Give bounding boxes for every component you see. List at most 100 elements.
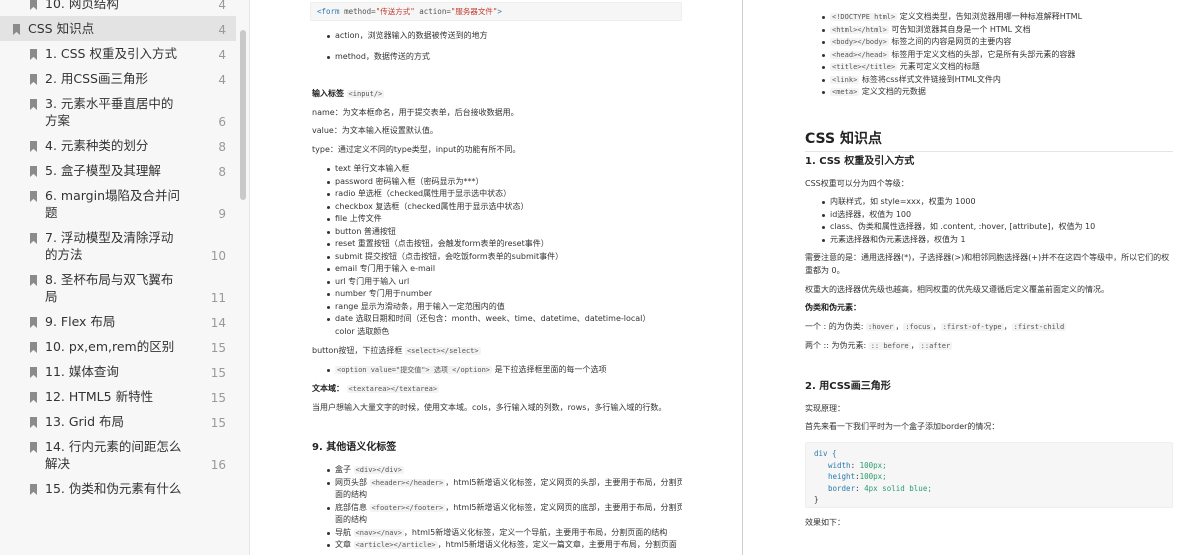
outline-item[interactable]: 7. 浮动模型及清除浮动的方法 10 (0, 225, 236, 267)
outline-item[interactable]: 3. 元素水平垂直居中的方案 6 (0, 91, 236, 133)
list-item: <body></body> 标签之间的内容是网页的主要内容 (819, 36, 1183, 49)
outline-item[interactable]: 13. Grid 布局 15 (0, 409, 236, 434)
list-item: checkbox 复选框（checked属性用于显示选中状态） (324, 201, 682, 214)
page-right: <!DOCTYPE html> 定义文档类型，告知浏览器用哪一种标准解释HTML… (805, 0, 1183, 555)
code-token: action= (414, 7, 451, 16)
outline-item[interactable]: 12. HTML5 新特性 15 (0, 384, 236, 409)
inline-code: :focus (903, 323, 933, 331)
bookmark-icon (30, 49, 37, 60)
outline-item-label: 8. 圣杯布局与双飞翼布局 (45, 272, 174, 304)
list-item: file 上传文件 (324, 213, 682, 226)
text-span: button按钮，下拉选择框 (312, 346, 403, 355)
outline-item-label: 9. Flex 布局 (45, 314, 116, 329)
outline-item-page: 10 (210, 249, 226, 263)
sidebar-scrollbar[interactable] (238, 0, 248, 555)
text-span: 底部信息 (335, 502, 367, 512)
text-span: 可告知浏览器其自身是一个 HTML 文档 (888, 24, 1031, 34)
section-heading: 9. 其他语义化标签 (312, 442, 397, 453)
text-span: 标签用于定义文档的头部，它是所有头部元素的容器 (888, 49, 1076, 59)
outline-sidebar: 10. 网页结构 4 CSS 知识点 4 1. CSS 权重及引入方式 4 2. 用CSS画… (0, 0, 250, 555)
impl-label: 实现原理： (805, 404, 845, 413)
page-divider (742, 0, 743, 555)
outline-item[interactable]: 15. 伪类和伪元素有什么 (0, 476, 236, 501)
list-item: number 专门用于number (324, 288, 682, 301)
semantic-bullets: 盒子 <div></div> 网页头部 <header></header> ，ht… (324, 464, 682, 552)
inline-code: <meta> (830, 88, 860, 96)
outline-item-page: 15 (210, 416, 226, 430)
heading-text: 输入标签 (312, 89, 344, 98)
inline-code: <title></title> (830, 63, 898, 71)
textarea-desc: 当用户想输入大量文字的时候，使用文本域。cols，多行输入域的列数，rows，多… (312, 403, 667, 412)
outline-item[interactable]: 4. 元素种类的划分 8 (0, 133, 236, 158)
list-item: 内联样式，如 style=xxx，权重为 1000 (819, 196, 1183, 209)
type-bullets: text 单行文本输入框 password 密码输入框（密码显示为***） ra… (324, 163, 682, 338)
type-line: type：通过定义不同的type类型，input的功能有所不同。 (312, 145, 521, 154)
bookmark-icon (30, 484, 37, 495)
value-line: value：为文本输入框设置默认值。 (312, 126, 438, 135)
list-item: url 专门用于输入 url (324, 276, 682, 289)
list-item: text 单行文本输入框 (324, 163, 682, 176)
weight-bullets: 内联样式，如 style=xxx，权重为 1000 id选择器，权值为 100 … (819, 196, 1183, 246)
list-item: id选择器，权值为 100 (819, 209, 1183, 222)
code-token: "传送方式" (375, 7, 415, 16)
outline-item-page: 15 (210, 366, 226, 380)
page-left: <form method="传送方式" action="服务器文件"> acti… (310, 0, 682, 555)
code-prop: border (828, 483, 856, 493)
inline-code: <body></body> (830, 38, 889, 46)
list-item: date 选取日期和时间（还包含：month、week、time、datetim… (324, 313, 682, 326)
document-view: <form method="传送方式" action="服务器文件"> acti… (250, 0, 1198, 555)
text-span: 标签之间的内容是网页的主要内容 (888, 37, 1012, 46)
outline-item-label: 4. 元素种类的划分 (45, 138, 149, 153)
button-line: button按钮，下拉选择框 <select></select> (312, 345, 481, 358)
code-line: div { (814, 449, 837, 458)
heading-text: 文本域： (312, 384, 344, 393)
pseudo-element-line: 两个 :: 为伪元素: :: before，::after (805, 341, 953, 350)
input-heading: 输入标签 <input/> (312, 88, 385, 101)
impl-desc: 首先来看一下我们平时为一个盒子添加border的情况： (805, 422, 1000, 431)
outline-item[interactable]: 11. 媒体查询 15 (0, 359, 236, 384)
outline-item[interactable]: 5. 盒子模型及其理解 8 (0, 158, 236, 183)
inline-code: ::after (918, 342, 953, 350)
inline-code: <div></div> (353, 466, 404, 474)
inline-code: <option value="提交值"> 选项 </option> (335, 366, 493, 374)
outline-item-page: 4 (218, 23, 226, 37)
outline-item[interactable]: 6. margin塌陷及合并问题 9 (0, 183, 236, 225)
outline-item[interactable]: 1. CSS 权重及引入方式 4 (0, 41, 236, 66)
bookmark-icon (30, 99, 37, 110)
list-item: submit 提交按钮（点击按钮，会吃饭form表单的submit事件） (324, 251, 682, 264)
code-value: 100px; (859, 472, 887, 481)
outline-item[interactable]: CSS 知识点 4 (0, 16, 236, 41)
list-item: 元素选择器和伪元素选择器，权值为 1 (819, 234, 1183, 247)
bookmark-icon (30, 141, 37, 152)
code-token: "服务器文件" (450, 7, 498, 16)
pdf-reader-window: 10. 网页结构 4 CSS 知识点 4 1. CSS 权重及引入方式 4 2. 用CSS画… (0, 0, 1198, 555)
inline-code: <nav></nav> (353, 528, 404, 537)
inline-code: <article></article> (353, 541, 438, 549)
outline-list: 10. 网页结构 4 CSS 知识点 4 1. CSS 权重及引入方式 4 2. 用CSS画… (0, 0, 236, 501)
bookmark-icon (30, 275, 37, 286)
outline-item[interactable]: 9. Flex 布局 14 (0, 309, 236, 334)
outline-item[interactable]: 10. px,em,rem的区别 15 (0, 334, 236, 359)
outline-item-page: 6 (218, 115, 226, 129)
list-item: reset 重置按钮（点击按钮，会触发form表单的reset事件） (324, 238, 682, 251)
list-item: class、伪类和属性选择器，如 .content, :hover, [attr… (819, 221, 1183, 234)
outline-item[interactable]: 14. 行内元素的间距怎么解决 16 (0, 434, 236, 476)
list-item: 盒子 <div></div> (324, 464, 682, 477)
text-span: ，html5新增语义化标签，定义一个导航，主要用于布局，分割页面的结构 (403, 527, 668, 537)
outline-item-page: 14 (210, 316, 226, 330)
scrollbar-thumb[interactable] (240, 30, 246, 200)
outline-item-page: 8 (218, 165, 226, 179)
outline-item[interactable]: 2. 用CSS画三角形 4 (0, 66, 236, 91)
outline-item-page: 4 (218, 0, 226, 12)
list-item: 导航 <nav></nav> ，html5新增语义化标签，定义一个导航，主要用于布… (324, 527, 682, 540)
list-item: method，数据传送的方式 (324, 51, 674, 64)
outline-item[interactable]: 8. 圣杯布局与双飞翼布局 11 (0, 267, 236, 309)
code-prop: width (828, 460, 851, 470)
list-item: range 显示为滑动条，用于输入一定范围内的值 (324, 301, 682, 314)
inline-code: :hover (866, 323, 896, 331)
outline-item-page: 16 (210, 458, 226, 472)
form-code: <form method="传送方式" action="服务器文件"> (310, 2, 682, 21)
outline-item[interactable]: 10. 网页结构 4 (0, 0, 236, 16)
text-span: 定义文档的元数据 (859, 87, 926, 96)
inline-code: :first-child (1011, 323, 1067, 331)
